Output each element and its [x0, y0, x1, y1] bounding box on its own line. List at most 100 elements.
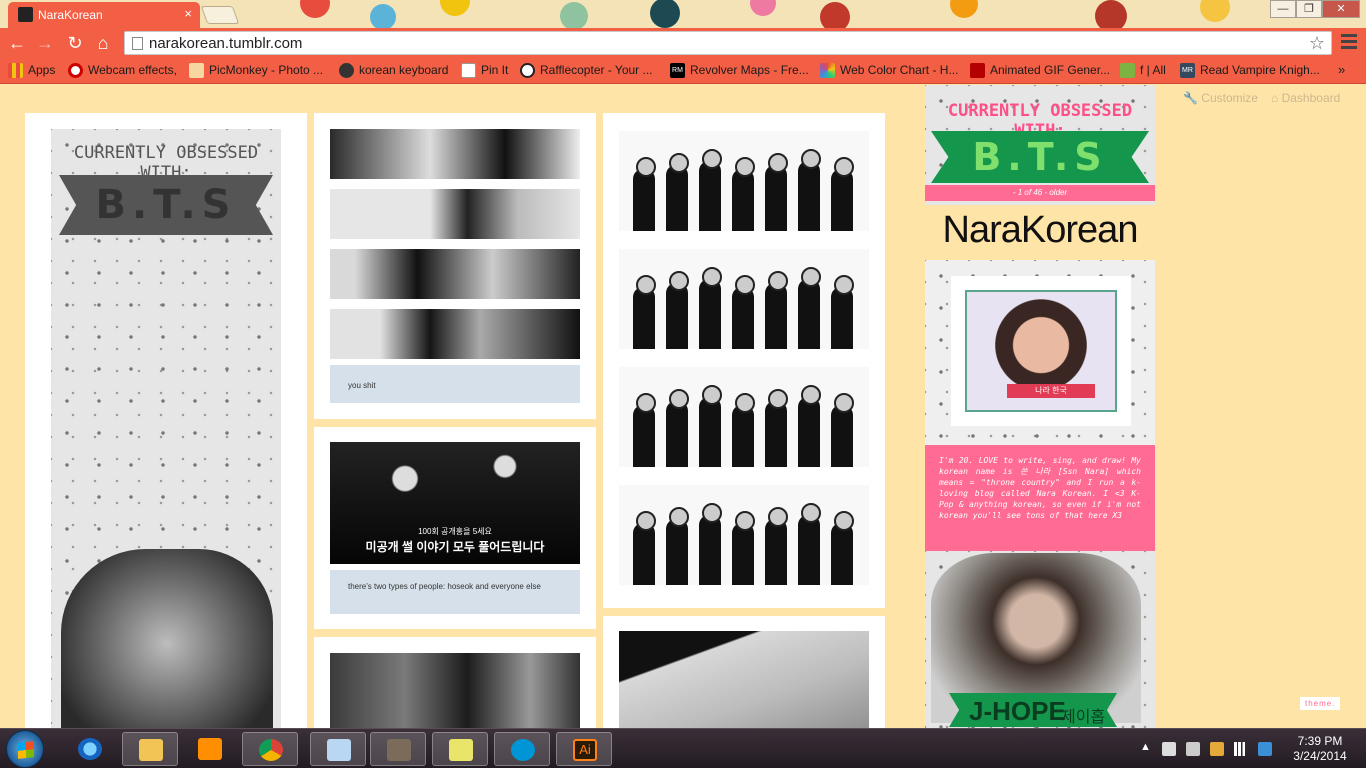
- taskbar-chrome[interactable]: [242, 732, 298, 766]
- close-window-button[interactable]: ✕: [1322, 0, 1360, 18]
- new-tab-button[interactable]: [200, 6, 240, 24]
- blog-description: I'm 20. LOVE to write, sing, and draw! M…: [925, 445, 1155, 551]
- group-member-figure: [633, 393, 656, 467]
- sticky-notes-icon: [449, 739, 473, 761]
- group-member-figure: [831, 157, 854, 231]
- group-photo-2[interactable]: [619, 249, 869, 349]
- back-icon[interactable]: ←: [6, 32, 28, 54]
- blog-title[interactable]: NaraKorean: [925, 209, 1155, 252]
- sidebar-jhope-graphic[interactable]: J-HOPE 제이홉: [925, 551, 1155, 728]
- leaf-icon: [1120, 63, 1135, 78]
- house-icon: ⌂: [1271, 91, 1279, 105]
- group-member-figure: [798, 385, 821, 467]
- photoset-image-3[interactable]: [330, 249, 580, 299]
- group-photo-4[interactable]: [619, 485, 869, 585]
- group-member-figure: [765, 507, 788, 585]
- page-icon: [461, 63, 476, 78]
- network-signal-icon[interactable]: [1234, 742, 1248, 756]
- bookmark-label: Pin It: [481, 63, 509, 77]
- minimize-button[interactable]: —: [1270, 0, 1296, 18]
- gif-caption: there's two types of people: hoseok and …: [330, 570, 580, 614]
- taskbar-hp[interactable]: [494, 732, 550, 766]
- address-bar[interactable]: narakorean.tumblr.com ☆: [124, 31, 1332, 55]
- avatar-image[interactable]: 나라 한국: [965, 290, 1117, 412]
- maximize-button[interactable]: ❐: [1296, 0, 1322, 18]
- bookmark-apps[interactable]: Apps: [8, 62, 55, 80]
- tray-expand-icon[interactable]: ▲: [1140, 741, 1151, 753]
- decor-dot: [1095, 0, 1127, 28]
- group-member-figure: [831, 393, 854, 467]
- decor-dot: [650, 0, 680, 28]
- taskbar-sticky-notes[interactable]: [432, 732, 488, 766]
- bookmark-korean-keyboard[interactable]: korean keyboard: [339, 62, 448, 80]
- bookmarks-overflow-icon[interactable]: »: [1338, 62, 1345, 77]
- group-photo-1[interactable]: [619, 131, 869, 231]
- bookmark-picmonkey[interactable]: PicMonkey - Photo ...: [189, 62, 323, 80]
- start-button[interactable]: [6, 730, 44, 768]
- tab-title: NaraKorean: [38, 8, 103, 22]
- dashboard-link[interactable]: ⌂ Dashboard: [1271, 91, 1340, 105]
- group-photo-3[interactable]: [619, 367, 869, 467]
- bookmark-label: Web Color Chart - H...: [840, 63, 959, 77]
- clock-time: 7:39 PM: [1297, 734, 1343, 748]
- taskbar-media-player[interactable]: [182, 732, 238, 766]
- bookmark-label: Animated GIF Gener...: [990, 63, 1111, 77]
- app-tray-icon[interactable]: [1210, 742, 1224, 756]
- taskbar-illustrator[interactable]: Ai: [556, 732, 612, 766]
- variety-show-gif[interactable]: 100회 공개홍을 5세요 미공개 썰 이야기 모두 풀어드립니다: [330, 442, 580, 564]
- bookmark-revolver-maps[interactable]: RM Revolver Maps - Fre...: [670, 62, 809, 80]
- bookmark-vampire-knight[interactable]: MR Read Vampire Knigh...: [1180, 62, 1320, 80]
- avatar-frame: 나라 한국: [925, 260, 1155, 445]
- taskbar-internet-explorer[interactable]: [62, 732, 118, 766]
- customize-link[interactable]: 🔧 Customize: [1183, 91, 1258, 105]
- home-icon[interactable]: ⌂: [92, 32, 114, 54]
- bookmark-rafflecopter[interactable]: Rafflecopter - Your ...: [520, 62, 653, 80]
- decor-dot: [750, 0, 776, 16]
- bookmark-label: Webcam effects,: [88, 63, 177, 77]
- tab-close-icon[interactable]: ×: [184, 6, 192, 21]
- gif-generator-icon: [970, 63, 985, 78]
- sidebar-pager[interactable]: - 1 of 46 - older: [925, 185, 1155, 201]
- members-photo-image[interactable]: [330, 653, 580, 728]
- bookmark-animated-gif[interactable]: Animated GIF Gener...: [970, 62, 1110, 80]
- rafflecopter-icon: [520, 63, 535, 78]
- windows-taskbar: Ai ▲ 7:39 PM 3/24/2014: [0, 728, 1366, 768]
- sidebar-header-graphic[interactable]: CURRENTLY OBSESSED WITH: B.T.S - 1 of 46…: [925, 85, 1155, 205]
- taskbar-paint[interactable]: [310, 732, 366, 766]
- bookmarks-bar: Apps Webcam effects, PicMonkey - Photo .…: [0, 58, 1366, 84]
- bookmark-webcam[interactable]: Webcam effects,: [68, 62, 177, 80]
- group-member-figure: [633, 157, 656, 231]
- bookmark-web-color-chart[interactable]: Web Color Chart - H...: [820, 62, 958, 80]
- decor-dot: [950, 0, 978, 18]
- taskbar-gimp[interactable]: [370, 732, 426, 766]
- post-card-photo-bottom: [314, 637, 596, 728]
- avatar-polaroid: 나라 한국: [951, 276, 1131, 426]
- blog-sidebar: CURRENTLY OBSESSED WITH: B.T.S - 1 of 46…: [925, 85, 1155, 728]
- dropbox-icon[interactable]: [1258, 742, 1272, 756]
- taskbar-explorer[interactable]: [122, 732, 178, 766]
- photoset-image-4[interactable]: [330, 309, 580, 359]
- forward-icon[interactable]: →: [34, 32, 56, 54]
- browser-tab[interactable]: NaraKorean ×: [8, 2, 200, 28]
- gif-subtitle-small: 100회 공개홍을 5세요: [418, 527, 492, 536]
- tumblr-page: CURRENTLY OBSESSED WITH: B.T.S you shit …: [0, 85, 1366, 728]
- photoset-image-2[interactable]: [330, 189, 580, 239]
- reload-icon[interactable]: ↻: [64, 32, 86, 54]
- photoset-image-1[interactable]: [330, 129, 580, 179]
- jhope-portrait-image[interactable]: [61, 549, 273, 728]
- manga-reader-icon: MR: [1180, 63, 1195, 78]
- system-clock[interactable]: 7:39 PM 3/24/2014: [1284, 734, 1356, 764]
- post-card-gif: 100회 공개홍을 5세요 미공개 썰 이야기 모두 풀어드립니다 there'…: [314, 427, 596, 629]
- bookmark-star-icon[interactable]: ☆: [1309, 33, 1325, 54]
- url-text: narakorean.tumblr.com: [149, 35, 303, 52]
- browser-toolbar: ← → ↻ ⌂ narakorean.tumblr.com ☆: [0, 28, 1366, 58]
- chrome-menu-icon[interactable]: [1341, 34, 1357, 52]
- theme-credit-link[interactable]: theme.: [1300, 697, 1341, 710]
- bookmark-pin-it[interactable]: Pin It: [461, 62, 508, 80]
- volume-muted-icon[interactable]: [1162, 742, 1176, 756]
- sneakers-photo-image[interactable]: [619, 631, 869, 728]
- wrench-icon: 🔧: [1183, 91, 1198, 105]
- cross-pattern-graphic[interactable]: CURRENTLY OBSESSED WITH: B.T.S: [51, 129, 281, 728]
- device-icon[interactable]: [1186, 742, 1200, 756]
- bookmark-f-all[interactable]: f | All: [1120, 62, 1166, 80]
